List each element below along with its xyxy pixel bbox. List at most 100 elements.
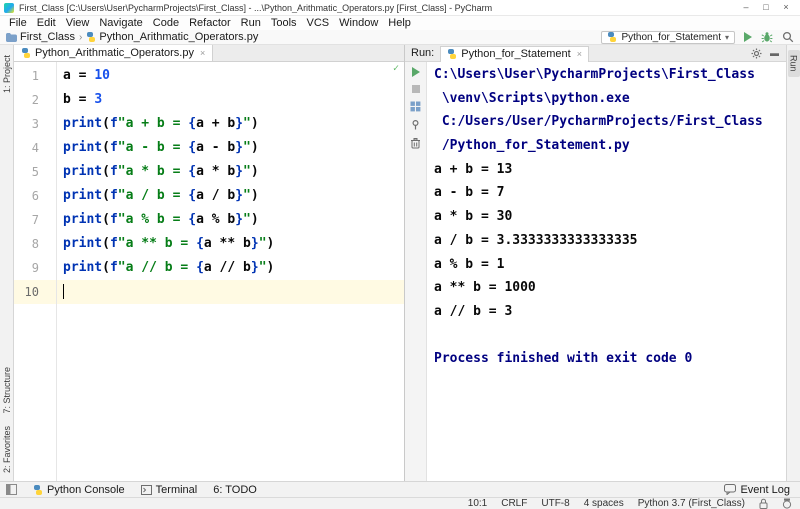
sidebar-item-favorites[interactable]: 2: Favorites [2,426,12,473]
console-line: a - b = 7 [434,181,786,205]
code-line: print(f"a % b = {a % b}") [57,208,404,232]
maximize-button[interactable]: □ [756,0,776,15]
editor-tab[interactable]: Python_Arithmatic_Operators.py × [14,45,213,61]
python-interpreter[interactable]: Python 3.7 (First_Class) [638,498,745,509]
code-token: ) [251,188,259,203]
line-number: 7 [14,208,56,232]
code-token: " [243,212,251,227]
run-tool-window: Run: Python_for_Statement × ▬ C:\Users\U… [404,45,786,481]
left-toolwindow-stripe: 1: Project 7: Structure 2: Favorites [0,45,14,481]
code-token: f [110,116,118,131]
run-tool-window-header: Run: Python_for_Statement × ▬ [405,45,786,62]
code-token: print [63,164,102,179]
chevron-down-icon: ▾ [725,33,729,42]
pycharm-window: First_Class [C:\Users\User\PycharmProjec… [0,0,800,509]
menu-item-refactor[interactable]: Refactor [184,16,236,30]
minimize-button[interactable]: – [736,0,756,15]
code-token: "a * b = [118,164,188,179]
text-caret [63,284,64,299]
menu-item-tools[interactable]: Tools [266,16,302,30]
tab-close-icon[interactable]: × [200,48,205,58]
debug-button[interactable] [761,31,773,43]
toolwindow-switcher-icon[interactable] [6,484,17,495]
code-token: b = [63,92,94,107]
folder-icon [6,33,17,42]
code-token: } [235,164,243,179]
sidebar-item-project[interactable]: 1: Project [2,55,12,93]
gear-icon[interactable] [751,48,762,59]
code-token: } [251,260,259,275]
run-window-title: Run: [405,47,440,59]
code-token: " [259,260,267,275]
code-token: " [243,116,251,131]
rerun-icon[interactable] [412,67,420,77]
clear-all-trash-icon[interactable] [410,137,421,149]
menu-item-window[interactable]: Window [334,16,383,30]
code-token: { [188,212,196,227]
indent-style[interactable]: 4 spaces [584,498,624,509]
menu-item-view[interactable]: View [61,16,95,30]
code-token: a * b [196,164,235,179]
pin-icon[interactable] [410,119,421,130]
code-token: " [243,140,251,155]
run-configuration-select[interactable]: Python_for_Statement ▾ [601,31,735,44]
caret-position[interactable]: 10:1 [468,498,487,509]
line-separator[interactable]: CRLF [501,498,527,509]
console-line [434,324,786,348]
stop-icon[interactable] [411,84,421,94]
run-tab[interactable]: Python_for_Statement × [440,46,589,62]
editor-gutter: 12345678910 [14,62,57,481]
code-editor[interactable]: 12345678910 ✓ a = 10b = 3print(f"a + b =… [14,62,404,481]
close-button[interactable]: × [776,0,796,15]
code-token: } [235,140,243,155]
code-token: ) [267,236,275,251]
code-token: a % b [196,212,235,227]
hide-panel-icon[interactable]: ▬ [770,48,779,58]
code-text-area[interactable]: ✓ a = 10b = 3print(f"a + b = {a + b}")pr… [57,62,404,481]
toolwindow-event-log[interactable]: Event Log [724,484,794,496]
breadcrumb-file[interactable]: Python_Arithmatic_Operators.py [86,31,258,43]
code-token: 10 [94,68,110,83]
code-token: f [110,140,118,155]
window-controls: – □ × [736,0,796,15]
code-line: print(f"a - b = {a - b}") [57,136,404,160]
hector-inspections-icon[interactable] [782,498,792,509]
toolwindow-python-console[interactable]: Python Console [33,484,125,496]
readonly-lock-icon[interactable] [759,498,768,509]
line-number: 1 [14,64,56,88]
menu-item-help[interactable]: Help [383,16,416,30]
console-output[interactable]: C:\Users\User\PycharmProjects\First_Clas… [427,62,786,481]
code-token: a + b [196,116,235,131]
run-header-actions: ▬ [751,48,786,59]
search-everywhere-button[interactable] [782,31,794,43]
code-token: "a // b = [118,260,196,275]
file-encoding[interactable]: UTF-8 [541,498,569,509]
code-token: print [63,188,102,203]
code-token: print [63,212,102,227]
python-file-icon [86,32,96,42]
sidebar-item-run[interactable]: Run [788,50,800,77]
toolwindow-todo[interactable]: 6: TODO [213,484,257,496]
code-token: ( [102,140,110,155]
tab-close-icon[interactable]: × [577,49,582,59]
run-tool-window-body: C:\Users\User\PycharmProjects\First_Clas… [405,62,786,481]
breadcrumb-project[interactable]: First_Class [6,31,75,43]
pycharm-logo-icon [4,3,14,13]
menu-item-code[interactable]: Code [148,16,184,30]
toolwindow-terminal[interactable]: Terminal [141,484,198,496]
menu-item-file[interactable]: File [4,16,32,30]
code-token: print [63,236,102,251]
code-line: a = 10 [57,64,404,88]
menu-item-edit[interactable]: Edit [32,16,61,30]
run-button[interactable] [744,32,752,42]
sidebar-item-structure[interactable]: 7: Structure [2,367,12,414]
console-line: a // b = 3 [434,300,786,324]
restore-layout-icon[interactable] [410,101,421,112]
menu-item-vcs[interactable]: VCS [302,16,335,30]
menu-item-navigate[interactable]: Navigate [94,16,147,30]
code-token: ( [102,236,110,251]
menu-item-run[interactable]: Run [236,16,266,30]
code-token: } [251,236,259,251]
code-line: print(f"a * b = {a * b}") [57,160,404,184]
code-token: { [196,236,204,251]
